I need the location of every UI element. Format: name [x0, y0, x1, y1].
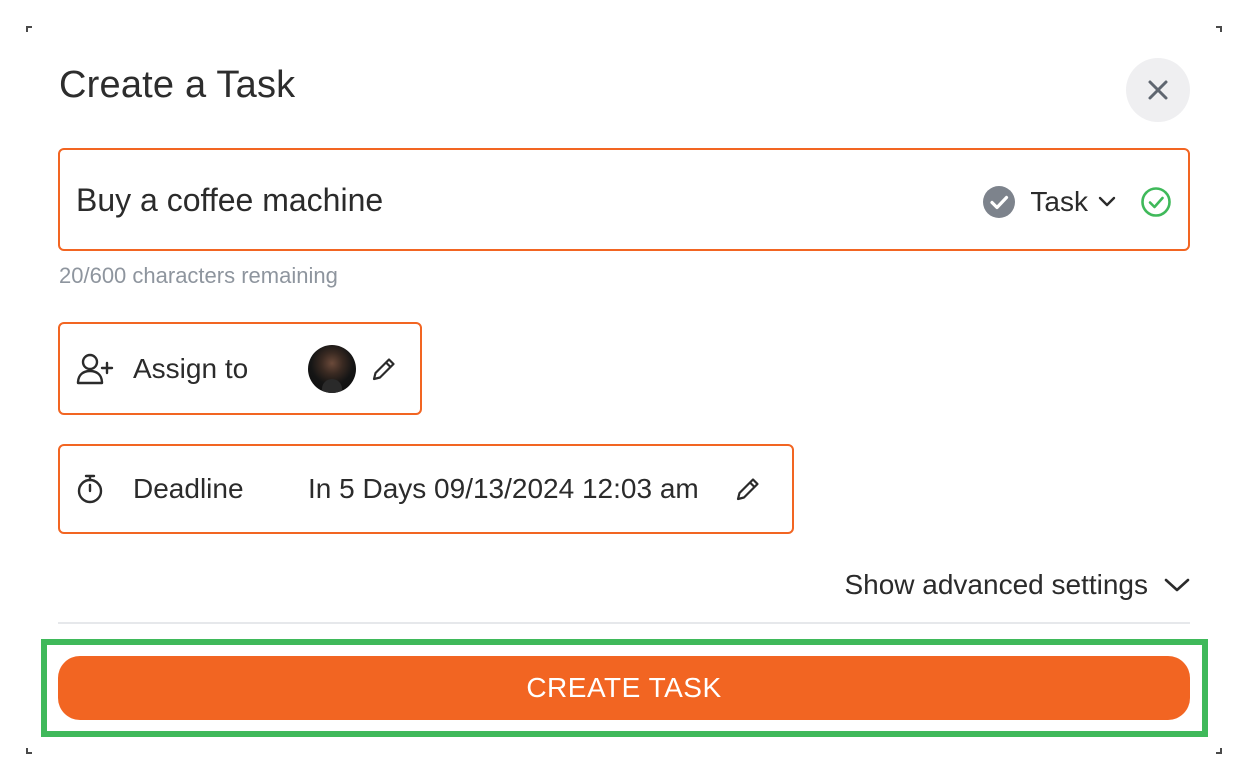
user-plus-icon — [76, 353, 114, 384]
task-name-input[interactable] — [76, 178, 956, 222]
close-button[interactable] — [1126, 58, 1190, 122]
crop-corner — [1216, 748, 1222, 754]
crop-corner — [1216, 26, 1222, 32]
chevron-down-icon — [1098, 196, 1116, 207]
close-icon — [1148, 80, 1168, 100]
show-advanced-settings-toggle[interactable]: Show advanced settings — [844, 568, 1190, 602]
advanced-settings-label: Show advanced settings — [844, 569, 1148, 600]
check-circle-icon — [983, 186, 1016, 218]
deadline-label: Deadline — [133, 473, 244, 504]
task-type-label: Task — [1030, 186, 1088, 217]
task-name-field: Task — [58, 148, 1190, 251]
avatar[interactable] — [308, 344, 356, 393]
assign-to-label: Assign to — [133, 352, 249, 384]
chevron-down-icon — [1164, 578, 1190, 592]
create-task-dialog: Create a Task Task 20/600 characters rem… — [0, 0, 1248, 780]
create-task-button[interactable]: CREATE TASK — [58, 656, 1190, 720]
assign-to-field[interactable]: Assign to — [58, 322, 422, 415]
deadline-field[interactable]: Deadline In 5 Days 09/13/2024 12:03 am — [58, 444, 794, 534]
crop-corner — [26, 748, 32, 754]
crop-corner — [26, 26, 32, 32]
pencil-icon[interactable] — [734, 475, 762, 503]
character-counter: 20/600 characters remaining — [59, 263, 338, 288]
stopwatch-icon — [77, 474, 103, 504]
dialog-title: Create a Task — [59, 64, 296, 106]
task-type-select[interactable]: Task — [982, 184, 1116, 220]
divider — [58, 622, 1190, 624]
check-circle-outline-icon — [1141, 187, 1171, 217]
pencil-icon[interactable] — [370, 355, 398, 383]
deadline-value: In 5 Days 09/13/2024 12:03 am — [308, 473, 699, 504]
